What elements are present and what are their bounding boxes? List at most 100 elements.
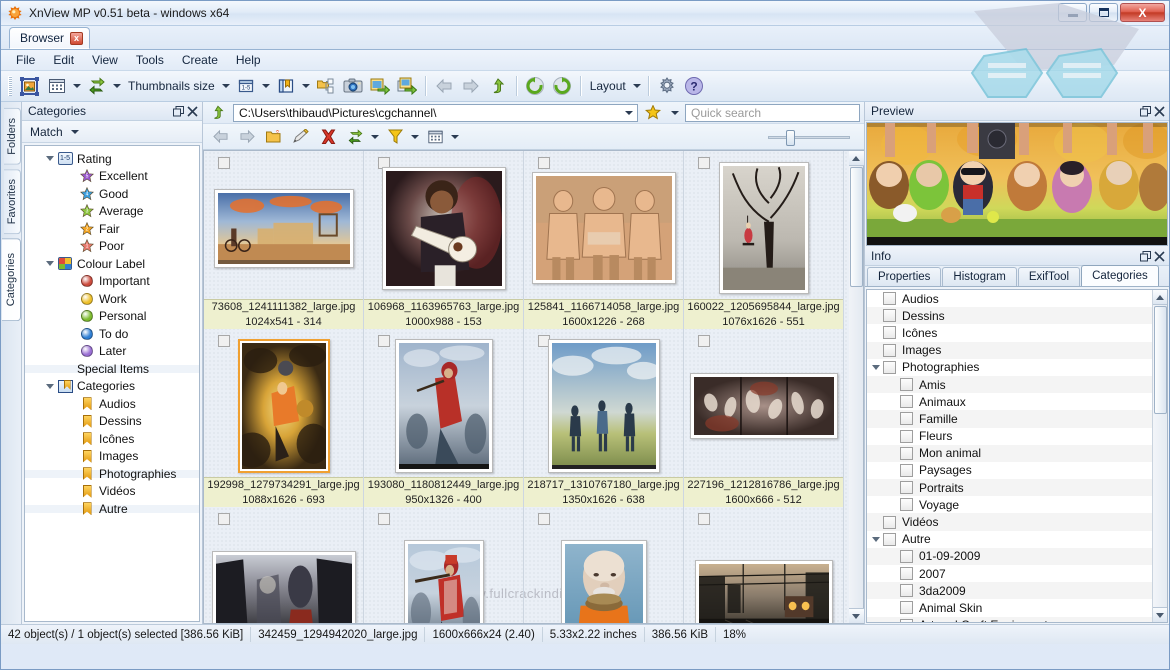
tree-item-vid-os[interactable]: Vidéos [25,483,199,501]
thumbnail-cell[interactable]: 160022_1205695844_large.jpg 1076x1626 - 5… [684,151,844,329]
image-window-icon[interactable] [16,73,43,99]
thumbnail-image[interactable] [211,551,356,623]
collapse-arrow-icon[interactable] [43,261,57,267]
tree-item-later[interactable]: Later [25,343,199,361]
category-checkbox[interactable] [900,463,913,477]
collapse-arrow-icon[interactable] [43,383,57,389]
category-checkbox[interactable] [900,446,913,460]
new-folder-tree-icon[interactable] [313,73,339,99]
scroll-up-button[interactable] [848,151,864,166]
address-input[interactable]: C:\Users\thibaud\Pictures\cgchannel\ [233,103,638,122]
restore-icon[interactable] [171,104,185,118]
thumbnail-image-area[interactable] [524,151,683,299]
category-row[interactable]: Autre [867,531,1152,548]
expand-arrow-icon[interactable] [25,504,199,513]
layout-label[interactable]: Layout [586,79,630,93]
category-row[interactable]: Animaux [867,393,1152,410]
tree-item-to-do[interactable]: To do [25,325,199,343]
refresh-dropdown-arrow[interactable] [111,73,123,99]
thumbnail-image[interactable] [547,339,660,473]
thumbnail-image-area[interactable] [204,151,363,299]
category-checkbox[interactable] [900,412,913,426]
expand-arrow-icon[interactable] [25,469,199,478]
expand-arrow-icon[interactable] [25,364,199,373]
tree-item-important[interactable]: Important [25,273,199,291]
menu-edit[interactable]: Edit [44,51,83,69]
up-folder-icon[interactable] [485,73,511,99]
tree-item-excellent[interactable]: 5 Excellent [25,168,199,186]
category-checkbox[interactable] [900,584,913,598]
thumbnail-image-area[interactable] [524,329,683,477]
tab-properties[interactable]: Properties [867,267,942,286]
tree-item-photographies[interactable]: Photographies [25,465,199,483]
thumbnail-cell[interactable]: 218717_1310767180_large.jpg 1350x1626 - 6… [524,329,684,507]
category-checkbox[interactable] [900,498,913,512]
tab-histogram[interactable]: Histogram [942,267,1017,286]
tree-item-special-items[interactable]: Special Items [25,360,199,378]
vtab-categories[interactable]: Categories [2,237,21,322]
forward-arrow-icon[interactable] [234,124,260,150]
view-dropdown-arrow[interactable] [71,73,83,99]
category-checkbox[interactable] [900,395,913,409]
thumbnail-image[interactable] [381,166,506,290]
batch-rename-icon[interactable] [394,73,420,99]
tree-item-dessins[interactable]: Dessins [25,413,199,431]
thumbnail-size-slider[interactable] [768,129,850,146]
category-row[interactable]: Audios [867,290,1152,307]
refresh-dropdown-arrow[interactable] [369,124,381,150]
thumbnails-size-arrow[interactable] [220,73,232,99]
thumbnail-cell[interactable]: 193080_1180812449_large.jpg 950x1326 - 40… [364,329,524,507]
thumbnail-image[interactable] [718,162,809,294]
rotate-right-icon[interactable] [549,73,575,99]
categories-book-icon[interactable] [273,73,299,99]
close-icon[interactable] [1152,249,1166,263]
grid-view-icon[interactable] [44,73,70,99]
restore-icon[interactable] [1138,104,1152,118]
thumbnail-image-area[interactable] [684,329,843,477]
tree-item-categories[interactable]: Categories [25,378,199,396]
rotate-left-icon[interactable] [522,73,548,99]
forward-arrow-icon[interactable] [458,73,484,99]
thumbnail-cell[interactable] [684,507,844,623]
category-checkbox[interactable] [883,360,896,374]
collapse-arrow-icon[interactable] [869,364,883,370]
toolbar-grip[interactable] [8,76,12,96]
tree-item-personal[interactable]: Personal [25,308,199,326]
tree-item-poor[interactable]: 1 Poor [25,238,199,256]
tree-item-average[interactable]: 3 Average [25,203,199,221]
category-row[interactable]: Paysages [867,462,1152,479]
thumbnail-image[interactable] [237,339,330,473]
thumbnail-image[interactable] [403,540,484,623]
rating-icon[interactable]: 1-5 [233,73,259,99]
categories-dropdown-arrow[interactable] [300,73,312,99]
tree-item-fair[interactable]: 2 Fair [25,220,199,238]
category-checkbox[interactable] [900,378,913,392]
close-icon[interactable] [1152,104,1166,118]
thumbnail-image-area[interactable] [204,507,363,623]
category-row[interactable]: Amis [867,375,1152,394]
info-categories-scrollbar[interactable] [1152,290,1167,622]
thumbnail-image-area[interactable] [364,151,523,299]
tab-browser[interactable]: Browser x [9,27,91,49]
camera-icon[interactable] [340,73,366,99]
settings-gear-icon[interactable] [654,73,680,99]
quick-search-input[interactable]: Quick search [685,103,860,122]
tree-item-images[interactable]: Images [25,448,199,466]
preview-image[interactable] [866,122,1168,246]
thumbnail-image[interactable] [560,540,647,623]
thumbnail-cell[interactable]: 227196_1212816786_large.jpg 1600x666 - 51… [684,329,844,507]
back-arrow-icon[interactable] [207,124,233,150]
category-checkbox[interactable] [883,515,896,529]
match-dropdown-arrow[interactable] [69,129,82,134]
thumbnail-image[interactable] [394,339,493,473]
collapse-arrow-icon[interactable] [43,156,57,162]
layout-arrow[interactable] [631,73,643,99]
category-checkbox[interactable] [900,618,913,622]
batch-convert-icon[interactable] [367,73,393,99]
tab-exiftool[interactable]: ExifTool [1017,267,1081,286]
tree-item-rating[interactable]: 1-5 Rating [25,150,199,168]
new-folder-icon[interactable] [261,124,287,150]
thumbnails-scrollbar[interactable] [848,150,864,624]
scroll-down-button[interactable] [848,608,864,623]
menu-create[interactable]: Create [173,51,227,69]
